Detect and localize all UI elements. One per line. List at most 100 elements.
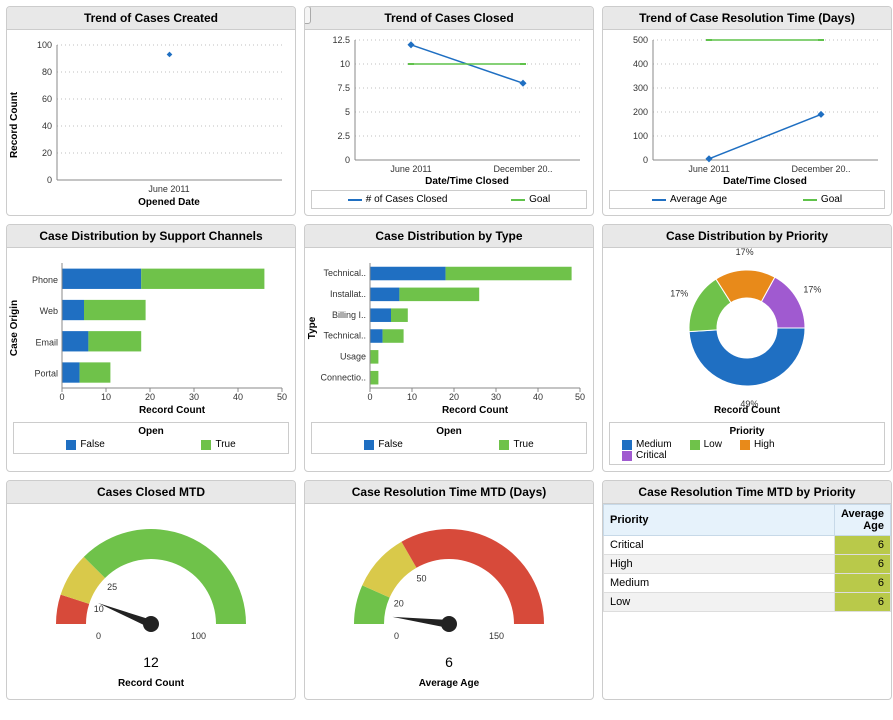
gauge-value: 12 — [7, 654, 295, 670]
svg-text:20: 20 — [394, 599, 404, 609]
svg-text:17%: 17% — [803, 284, 821, 294]
x-axis-label: Opened Date — [138, 197, 200, 208]
svg-text:0: 0 — [96, 631, 101, 641]
svg-text:0: 0 — [394, 631, 399, 641]
svg-text:12.5: 12.5 — [332, 35, 350, 45]
priority-table: Priority Average Age Critical6High6Mediu… — [603, 504, 891, 612]
svg-text:Date/Time Closed: Date/Time Closed — [723, 176, 807, 186]
svg-text:Record Count: Record Count — [714, 405, 781, 416]
y-axis-label: Record Count — [9, 91, 20, 158]
svg-text:100: 100 — [633, 131, 648, 141]
svg-text:0: 0 — [47, 175, 52, 185]
svg-text:0: 0 — [345, 155, 350, 165]
svg-text:40: 40 — [533, 392, 543, 402]
svg-text:200: 200 — [633, 107, 648, 117]
svg-text:25: 25 — [107, 582, 117, 592]
svg-text:20: 20 — [42, 148, 52, 158]
panel-title: Trend of Cases Created — [7, 7, 295, 30]
svg-text:Type: Type — [307, 316, 318, 339]
svg-text:Email: Email — [35, 337, 58, 347]
svg-text:400: 400 — [633, 59, 648, 69]
svg-text:80: 80 — [42, 67, 52, 77]
svg-text:Phone: Phone — [32, 275, 58, 285]
panel-menu-button[interactable]: ▾ — [304, 6, 311, 24]
legend: Average Age Goal — [609, 190, 885, 209]
panel-title: Case Resolution Time MTD by Priority — [603, 481, 891, 504]
svg-text:30: 30 — [491, 392, 501, 402]
panel-title: Trend of Case Resolution Time (Days) — [603, 7, 891, 30]
svg-text:150: 150 — [489, 631, 504, 641]
chart-dist-priority: 49%17%17%17% Record Count Priority Mediu… — [603, 248, 891, 465]
svg-text:Technical..: Technical.. — [323, 268, 366, 278]
chart-cases-closed: 02.557.51012.5 June 2011 December 20.. D… — [305, 30, 593, 209]
chart-cases-created: Record Count 0 20 40 60 80 100 June 2011 Open… — [7, 30, 295, 210]
panel-title: Case Distribution by Priority — [603, 225, 891, 248]
svg-text:Record Count: Record Count — [139, 405, 206, 416]
table-row[interactable]: High6 — [604, 555, 891, 574]
svg-text:50: 50 — [416, 573, 426, 583]
panel-resolution-trend: Trend of Case Resolution Time (Days) 010… — [602, 6, 892, 216]
panel-table-priority: Case Resolution Time MTD by Priority Pri… — [602, 480, 892, 700]
panel-title: Case Distribution by Type — [305, 225, 593, 248]
table-row[interactable]: Medium6 — [604, 574, 891, 593]
gauge-label: Average Age — [305, 678, 593, 689]
panel-cases-closed: ▾ Trend of Cases Closed 02.557.51012.5 J… — [304, 6, 594, 216]
x-tick: June 2011 — [148, 184, 189, 194]
gauge-resolution: 0 20 50 150 6 Average Age — [305, 504, 593, 689]
svg-text:Technical..: Technical.. — [323, 331, 366, 341]
chart-resolution-trend: 0100200300400500 June 2011 December 20..… — [603, 30, 891, 209]
svg-text:7.5: 7.5 — [337, 83, 350, 93]
svg-text:30: 30 — [189, 392, 199, 402]
legend: Priority Medium Low High Critical — [609, 422, 885, 465]
table-priority: Priority Average Age Critical6High6Mediu… — [603, 504, 891, 612]
svg-text:2.5: 2.5 — [337, 131, 350, 141]
panel-title: Case Distribution by Support Channels — [7, 225, 295, 248]
svg-text:60: 60 — [42, 94, 52, 104]
panel-gauge-resolution: Case Resolution Time MTD (Days) 02050150… — [304, 480, 594, 700]
legend: # of Cases Closed Goal — [311, 190, 587, 209]
dashboard-grid: Trend of Cases Created Record Count 0 20 4… — [0, 0, 893, 706]
legend: Open False True — [311, 422, 587, 454]
svg-text:Installat..: Installat.. — [330, 289, 366, 299]
svg-text:10: 10 — [94, 604, 104, 614]
svg-text:Billing I..: Billing I.. — [332, 310, 366, 320]
gauge-value: 6 — [305, 654, 593, 670]
svg-text:20: 20 — [449, 392, 459, 402]
svg-text:17%: 17% — [670, 288, 688, 298]
svg-text:5: 5 — [345, 107, 350, 117]
svg-text:50: 50 — [575, 392, 585, 402]
panel-cases-created: Trend of Cases Created Record Count 0 20 4… — [6, 6, 296, 216]
svg-text:Case Origin: Case Origin — [9, 300, 20, 356]
svg-text:500: 500 — [633, 35, 648, 45]
panel-dist-channels: Case Distribution by Support Channels Ca… — [6, 224, 296, 472]
svg-text:40: 40 — [42, 121, 52, 131]
svg-text:Usage: Usage — [340, 352, 366, 362]
table-row[interactable]: Low6 — [604, 593, 891, 612]
data-point — [167, 52, 173, 58]
svg-text:Web: Web — [40, 306, 58, 316]
svg-text:100: 100 — [37, 40, 52, 50]
chart-dist-type: Type Technical.. Installat.. Billing I.. Te… — [305, 248, 593, 454]
series-avg-age — [709, 114, 821, 158]
svg-text:June 2011: June 2011 — [688, 164, 729, 174]
svg-text:300: 300 — [633, 83, 648, 93]
table-row[interactable]: Critical6 — [604, 536, 891, 555]
chart-dist-channels: Case Origin PhoneWebEmailPortal 01020304… — [7, 248, 295, 454]
svg-text:Record Count: Record Count — [442, 405, 509, 416]
svg-text:17%: 17% — [736, 248, 754, 257]
svg-text:100: 100 — [191, 631, 206, 641]
svg-text:40: 40 — [233, 392, 243, 402]
svg-text:December 20..: December 20.. — [791, 164, 850, 174]
legend: Open False True — [13, 422, 289, 454]
col-priority[interactable]: Priority — [604, 505, 835, 536]
svg-text:0: 0 — [367, 392, 372, 402]
svg-text:June 2011: June 2011 — [390, 164, 431, 174]
panel-title: Cases Closed MTD — [7, 481, 295, 504]
gauge-label: Record Count — [7, 678, 295, 689]
svg-text:10: 10 — [407, 392, 417, 402]
svg-text:10: 10 — [340, 59, 350, 69]
panel-dist-type: Case Distribution by Type Type Technical… — [304, 224, 594, 472]
svg-text:50: 50 — [277, 392, 287, 402]
panel-dist-priority: Case Distribution by Priority 49%17%17%1… — [602, 224, 892, 472]
col-age[interactable]: Average Age — [834, 505, 890, 536]
